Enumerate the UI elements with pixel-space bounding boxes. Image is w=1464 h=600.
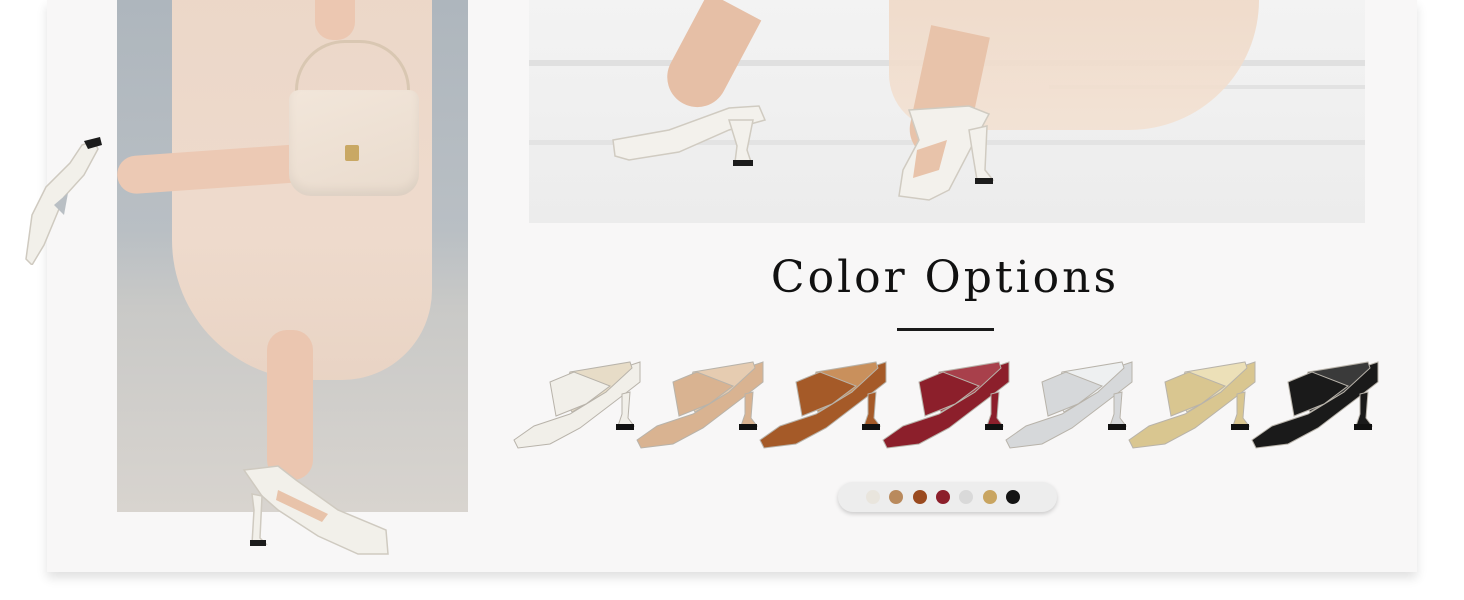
standing-heel-sandal (242, 465, 389, 555)
color-variant-row (510, 352, 1380, 452)
heading-underline (897, 328, 994, 331)
burgundy-shoe[interactable] (879, 352, 1011, 452)
color-swatch-selector (838, 482, 1057, 512)
nude-shoe[interactable] (633, 352, 765, 452)
silver-swatch[interactable] (959, 490, 974, 504)
silver-shoe[interactable] (1002, 352, 1134, 452)
handbag (289, 90, 419, 196)
stair-heel-sandal (612, 105, 767, 166)
color-options-heading: Color Options (770, 252, 1120, 303)
white-swatch[interactable] (866, 490, 880, 504)
brown-shoe[interactable] (756, 352, 888, 452)
hand (315, 0, 355, 40)
black-swatch[interactable] (1005, 490, 1020, 504)
stair-heel-sandal (898, 105, 995, 201)
lifestyle-photo-stairs (529, 0, 1365, 223)
handbag-clasp (345, 145, 359, 161)
nude-swatch[interactable] (889, 490, 904, 504)
gold-swatch[interactable] (982, 490, 997, 504)
white-shoe[interactable] (510, 352, 642, 452)
black-shoe[interactable] (1248, 352, 1380, 452)
raised-heel-sandal (25, 137, 102, 265)
burgundy-swatch[interactable] (935, 490, 950, 504)
lifestyle-photo-left (117, 0, 468, 512)
brown-swatch[interactable] (912, 490, 927, 504)
gold-shoe[interactable] (1125, 352, 1257, 452)
